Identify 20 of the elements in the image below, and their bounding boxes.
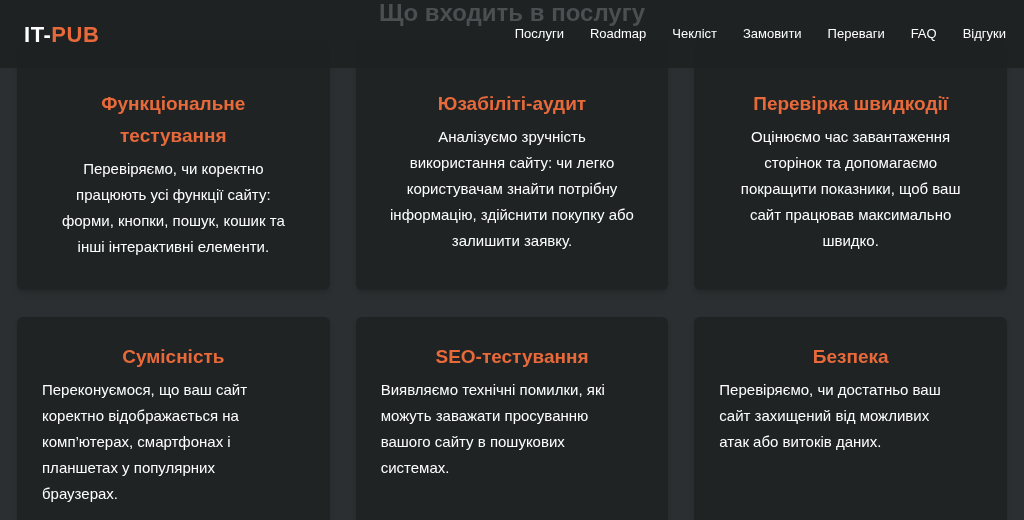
card-title: SEO-тестування (434, 345, 590, 369)
nav-link[interactable]: Замовити (742, 24, 802, 44)
nav-link[interactable]: Переваги (827, 24, 885, 44)
card-title: Безпека (811, 345, 890, 369)
card-text: Переконуємося, що ваш сайт коректно відображається на комп’ютерах, смартфонах і планшетах у популярних браузерах. (42, 380, 249, 504)
nav-link[interactable]: Послуги (514, 24, 564, 44)
card-text: Виявляємо технічні помилки, які можуть заважати просуванню вашого сайту в пошукових системах. (380, 380, 606, 478)
card-title: Сумісність (121, 345, 226, 369)
nav-link[interactable]: Чекліст (672, 24, 717, 44)
card-text: Аналізуємо зручність використання сайту: чи легко користувачам знайти потрібну інформацію, здійснити покупку або залишити заявку. (390, 127, 634, 251)
logo[interactable]: IT-PUB (24, 17, 100, 51)
card-title: Перевірка швидкодії (752, 92, 950, 116)
nav-link[interactable]: Відгуки (962, 24, 1006, 44)
card-title: Юзабіліті-аудит (436, 92, 588, 116)
card-text: Оцінюємо час завантаження сторінок та допомагаємо покращити показники, щоб ваш сайт працював максимально швидко. (739, 127, 962, 251)
nav-link[interactable]: FAQ (910, 24, 937, 44)
nav-link[interactable]: Roadmap (589, 24, 647, 44)
card-title: Функціональне тестування (100, 92, 247, 148)
card-text: Перевіряємо, чи достатньо ваш сайт захищений від можливих атак або витоків даних. (719, 380, 942, 452)
card-text: Перевіряємо, чи коректно працюють усі функції сайту: форми, кнопки, пошук, кошик та інші інтерактивні елементи. (60, 159, 286, 257)
